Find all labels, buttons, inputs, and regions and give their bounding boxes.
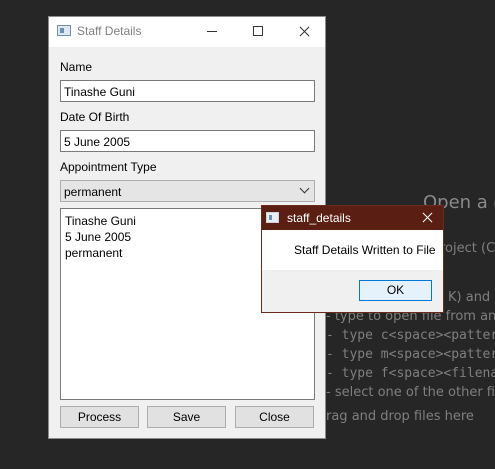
- welcome-line: K) and: [448, 290, 491, 305]
- welcome-line: - type m<space><pattern: [326, 347, 495, 362]
- close-icon[interactable]: [281, 17, 327, 47]
- process-button[interactable]: Process: [60, 406, 139, 428]
- window-title: Staff Details: [77, 24, 142, 38]
- dialog-title: staff_details: [287, 211, 351, 225]
- title-bar[interactable]: Staff Details: [49, 17, 325, 47]
- chevron-down-icon: [299, 183, 310, 194]
- close-button[interactable]: Close: [235, 406, 314, 428]
- dialog-message: Staff Details Written to File: [294, 243, 436, 257]
- save-button[interactable]: Save: [147, 406, 226, 428]
- welcome-line: - select one of the other filte: [326, 385, 495, 400]
- name-label: Name: [60, 60, 93, 74]
- dob-label: Date Of Birth: [60, 110, 130, 124]
- welcome-line: - type f<space><filenam: [326, 366, 495, 381]
- app-window-icon: [266, 212, 279, 223]
- message-dialog: staff_details Staff Details Written to F…: [261, 205, 444, 313]
- appointment-type-value: permanent: [64, 185, 122, 199]
- appointment-type-label: Appointment Type: [60, 160, 157, 174]
- name-field[interactable]: Tinashe Guni: [60, 80, 315, 102]
- welcome-line: roject (C: [440, 241, 495, 256]
- welcome-line: - type c<space><pattern: [326, 328, 495, 343]
- maximize-icon[interactable]: [235, 17, 281, 47]
- app-window-icon: [57, 25, 71, 36]
- dialog-message-area: Staff Details Written to File: [262, 230, 443, 270]
- minimize-icon[interactable]: [189, 17, 235, 47]
- dialog-title-bar[interactable]: staff_details: [262, 206, 443, 230]
- appointment-type-select[interactable]: permanent: [60, 180, 315, 202]
- ok-button[interactable]: OK: [359, 280, 432, 301]
- close-icon[interactable]: [420, 210, 436, 226]
- dob-field[interactable]: 5 June 2005: [60, 130, 315, 152]
- welcome-line: rag and drop files here: [326, 409, 474, 424]
